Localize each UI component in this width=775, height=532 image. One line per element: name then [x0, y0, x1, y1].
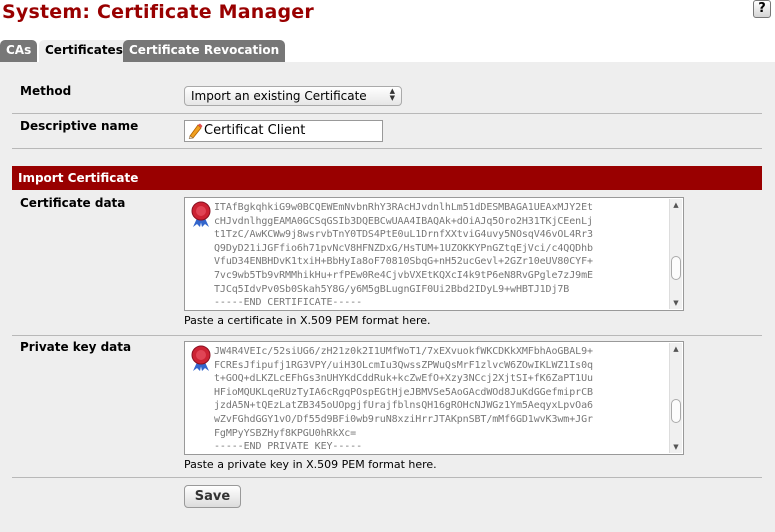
private-key-data-text: JW4R4VEIc/52siUG6/zH21z0k2I1UMfWoT1/7xEX… [214, 346, 593, 453]
certificate-data-label: Certificate data [20, 196, 126, 210]
row-divider [12, 335, 762, 336]
row-divider [12, 113, 762, 114]
certificate-data-hint: Paste a certificate in X.509 PEM format … [184, 314, 431, 327]
private-key-data-textarea[interactable]: JW4R4VEIc/52siUG6/zH21z0k2I1UMfWoT1/7xEX… [184, 341, 684, 455]
method-label: Method [20, 84, 72, 98]
descriptive-name-input[interactable]: Certificat Client [184, 120, 383, 142]
method-selected-value: Import an existing Certificate [191, 89, 367, 103]
page-title: System: Certificate Manager [2, 1, 314, 23]
method-select[interactable]: Import an existing Certificate ▲ ▼ [184, 86, 402, 106]
private-key-data-hint: Paste a private key in X.509 PEM format … [184, 458, 437, 471]
import-certificate-header: Import Certificate [12, 166, 762, 190]
select-arrows-icon: ▲ ▼ [389, 87, 395, 102]
scrollbar-thumb[interactable] [671, 256, 681, 280]
scroll-up-icon[interactable]: ▲ [670, 343, 682, 355]
private-key-data-label: Private key data [20, 340, 132, 354]
certificate-seal-icon [191, 345, 211, 371]
save-button[interactable]: Save [184, 485, 241, 508]
pencil-icon [188, 123, 203, 139]
tab-cas[interactable]: CAs [0, 40, 38, 62]
certificate-data-textarea[interactable]: ITAfBgkqhkiG9w0BCQEWEmNvbnRhY3RAcHJvdnlh… [184, 197, 684, 311]
certificate-data-scrollbar[interactable]: ▲ ▼ [669, 199, 682, 309]
help-icon[interactable]: ? [753, 0, 771, 18]
descriptive-name-value: Certificat Client [204, 123, 306, 138]
certificate-data-text: ITAfBgkqhkiG9w0BCQEWEmNvbnRhY3RAcHJvdnlh… [214, 202, 593, 309]
scroll-up-icon[interactable]: ▲ [670, 199, 682, 211]
tab-certificate-revocation[interactable]: Certificate Revocation [123, 40, 286, 62]
scrollbar-thumb[interactable] [671, 399, 681, 423]
certificate-seal-icon [191, 201, 211, 227]
descriptive-name-label: Descriptive name [20, 119, 139, 133]
row-divider [12, 148, 762, 149]
tab-certificates[interactable]: Certificates [39, 40, 129, 64]
scroll-down-icon[interactable]: ▼ [670, 441, 682, 453]
private-key-data-scrollbar[interactable]: ▲ ▼ [669, 343, 682, 453]
scroll-down-icon[interactable]: ▼ [670, 297, 682, 309]
row-divider [12, 477, 762, 478]
